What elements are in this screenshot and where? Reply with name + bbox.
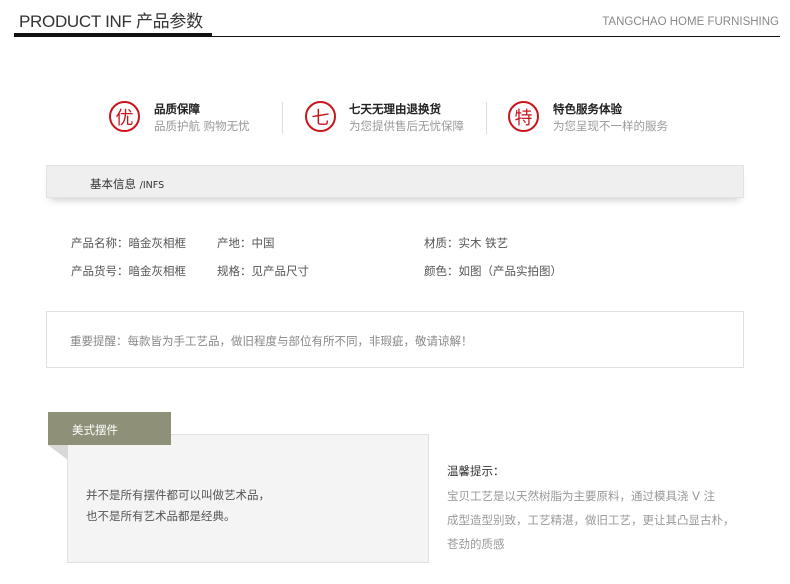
notice-text: 重要提醒：每款皆为手工艺品，做旧程度与部位有所不同，非瑕疵，敬请谅解！ <box>70 334 473 348</box>
feature-subtitle: 品质护航 购物无忧 <box>154 119 250 133</box>
divider <box>282 102 283 134</box>
product-origin: 产地：中国 <box>217 236 275 250</box>
divider <box>486 102 487 134</box>
seven-day-return-icon: 七 <box>305 101 336 132</box>
tips-line-1: 宝贝工艺是以天然树脂为主要原料，通过模具浇 V 注 <box>447 489 716 503</box>
product-material: 材质：实木 铁艺 <box>424 236 509 250</box>
basic-info-label: 基本信息 <box>90 177 136 191</box>
product-name: 产品名称：暗金灰相框 <box>71 236 186 250</box>
brand-name: TANGCHAO HOME FURNISHING <box>602 16 779 28</box>
style-line-1: 并不是所有摆件都可以叫做艺术品， <box>86 488 270 502</box>
tips-line-3: 苍劲的质感 <box>447 537 505 551</box>
style-line-2: 也不是所有艺术品都是经典。 <box>86 509 236 523</box>
feature-subtitle: 为您提供售后无忧保障 <box>349 119 464 133</box>
notice-box: 重要提醒：每款皆为手工艺品，做旧程度与部位有所不同，非瑕疵，敬请谅解！ <box>46 311 744 368</box>
feature-title: 七天无理由退换货 <box>349 102 441 116</box>
basic-info-title: 基本信息 /INFS <box>90 176 164 192</box>
tips-line-2: 成型造型别致，工艺精湛，做旧工艺，更让其凸显古朴， <box>447 513 735 527</box>
feature-title: 特色服务体验 <box>553 102 622 116</box>
product-color: 颜色：如图（产品实拍图） <box>424 264 562 278</box>
product-sku: 产品货号：暗金灰相框 <box>71 264 186 278</box>
product-size: 规格：见产品尺寸 <box>217 264 309 278</box>
basic-info-bar: 基本信息 /INFS <box>46 165 744 198</box>
tag-fold <box>48 445 68 460</box>
basic-info-suffix: /INFS <box>139 180 165 191</box>
special-service-icon: 特 <box>508 101 539 132</box>
feature-subtitle: 为您呈现不一样的服务 <box>553 119 668 133</box>
feature-title: 品质保障 <box>154 102 200 116</box>
tips-title: 温馨提示： <box>447 464 505 478</box>
style-tag: 美式摆件 <box>48 412 171 445</box>
header-divider <box>14 36 780 37</box>
page-title: PRODUCT INF 产品参数 <box>19 12 203 31</box>
quality-icon: 优 <box>109 101 140 132</box>
